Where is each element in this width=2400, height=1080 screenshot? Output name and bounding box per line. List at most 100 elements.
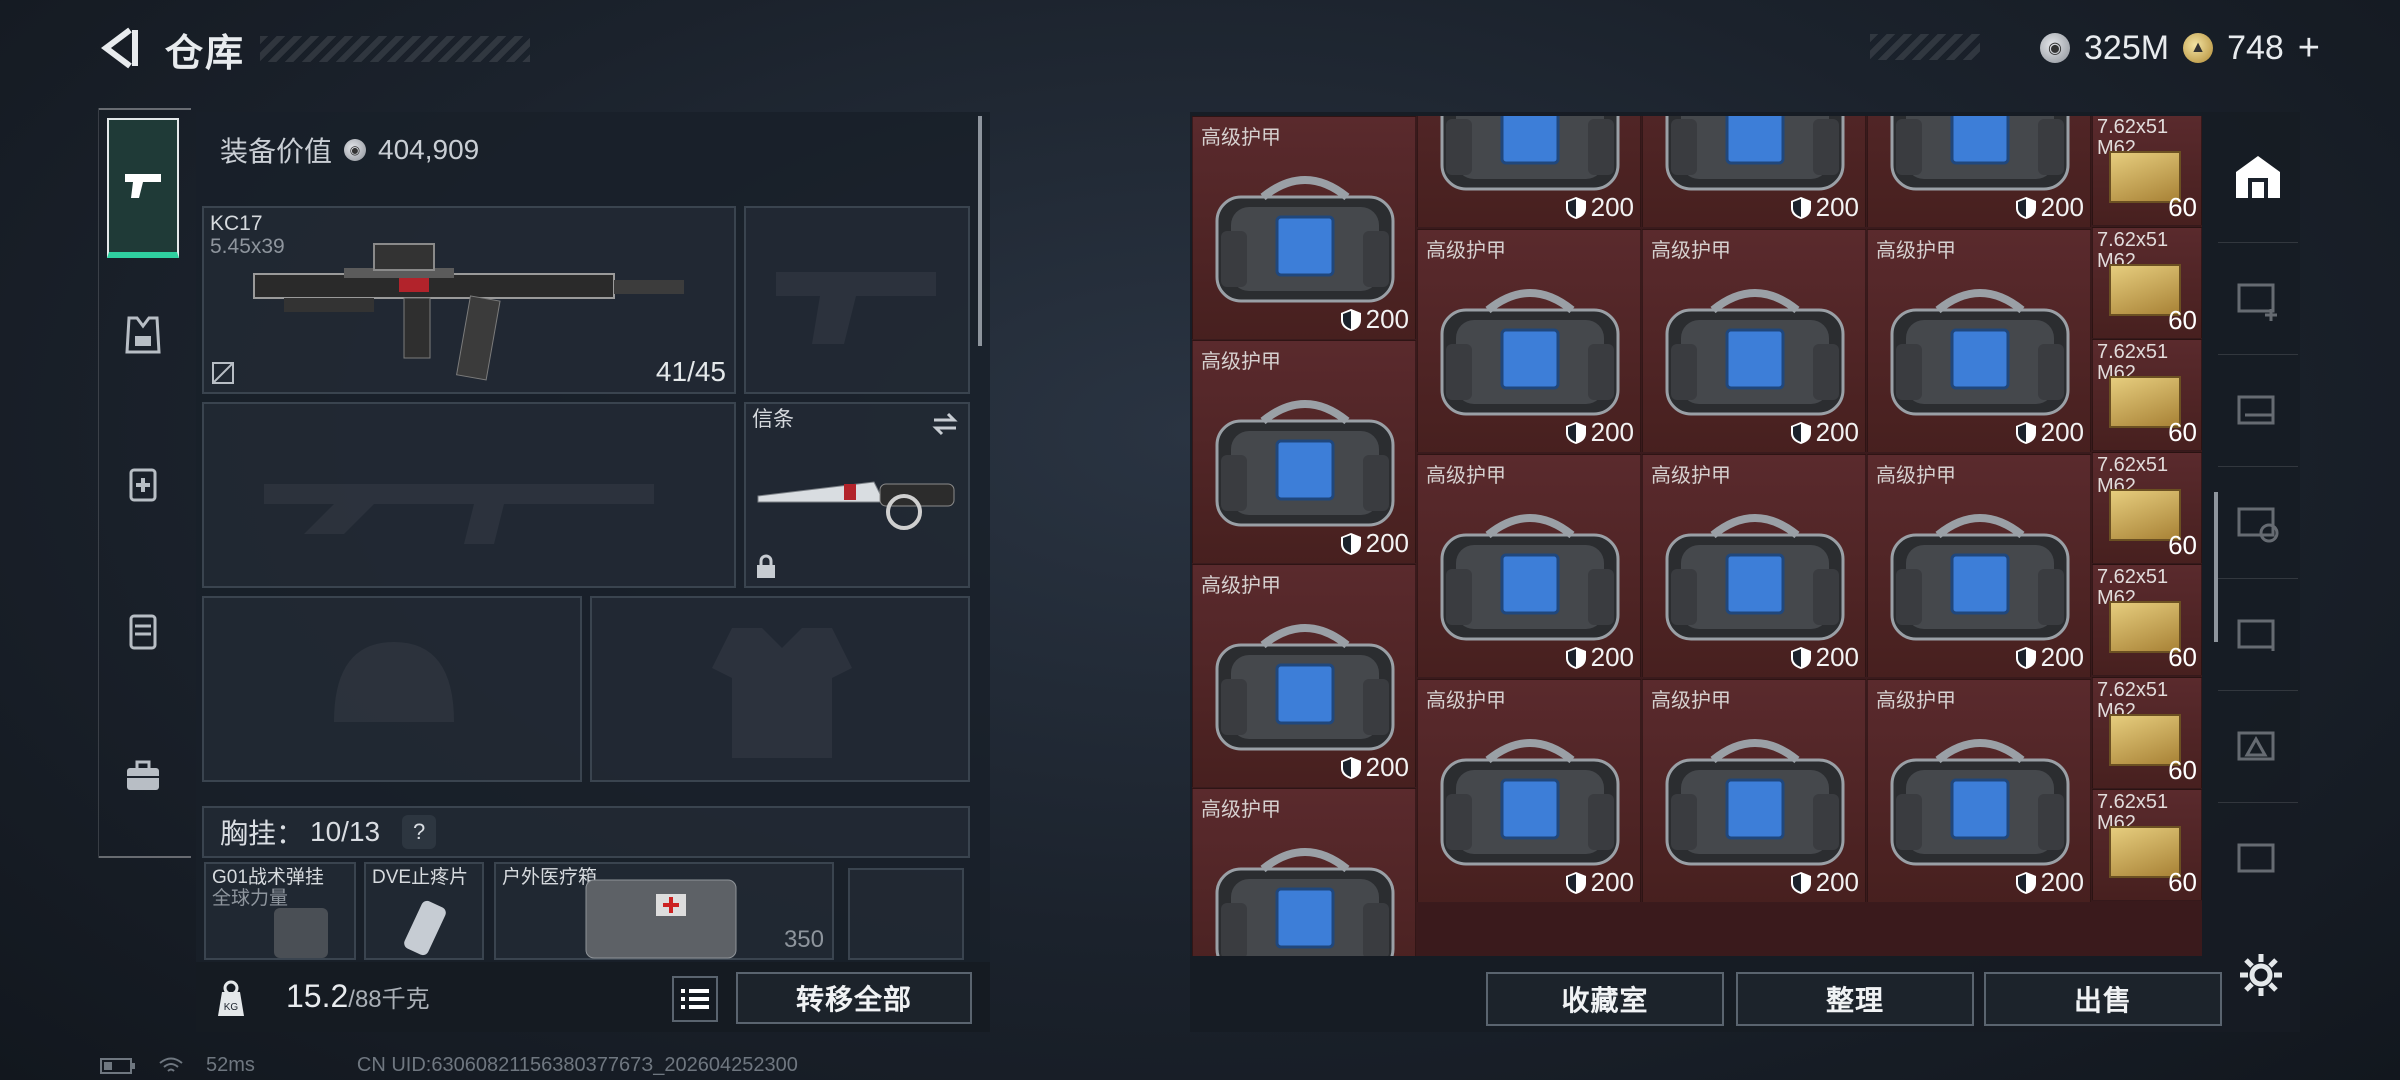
item-durability: 200: [1790, 417, 1859, 448]
storage-item-armor[interactable]: 200: [1867, 116, 2091, 228]
storage-item-ammo[interactable]: 7.62x51 M62 60: [2092, 789, 2202, 901]
swap-icon[interactable]: [930, 410, 960, 438]
shield-icon: [1340, 532, 1361, 555]
tab-backpack[interactable]: [107, 594, 179, 666]
storage-misc-icon: [2237, 843, 2275, 873]
storage-item-armor[interactable]: 高级护甲200: [1867, 454, 2091, 678]
equipment-value: 404,909: [378, 134, 480, 165]
weight-value: 15.2: [286, 978, 349, 1014]
item-durability: 200: [2015, 867, 2084, 898]
ammo-count: 60: [2168, 867, 2197, 897]
armor-silhouette-icon: [712, 628, 852, 758]
storage-item-armor[interactable]: 高级护甲200: [1192, 116, 1416, 340]
storage-item-armor[interactable]: 200: [1417, 116, 1641, 228]
tab-all-storage[interactable]: [2228, 146, 2288, 206]
item-name: 高级护甲: [1426, 465, 1506, 487]
pistol-silhouette-icon: [776, 272, 936, 344]
sell-button[interactable]: 出售: [1984, 972, 2222, 1026]
storage-item-armor[interactable]: 高级护甲200: [1417, 229, 1641, 453]
ammo-count: 60: [2168, 304, 2197, 335]
armor-bag-image: [1665, 514, 1845, 641]
collection-room-button[interactable]: 收藏室: [1486, 972, 1724, 1026]
transfer-all-button[interactable]: 转移全部: [736, 972, 972, 1024]
secondary-primary-slot[interactable]: [202, 402, 736, 588]
item-durability: 200: [1565, 192, 1634, 223]
body-armor-slot[interactable]: [590, 596, 970, 782]
storage-item-armor[interactable]: 高级护甲200: [1417, 679, 1641, 903]
lock-icon: [757, 554, 775, 578]
armor-bag-image: [1890, 289, 2070, 416]
shield-icon: [1565, 196, 1586, 219]
tab-storage-6[interactable]: [2228, 828, 2288, 888]
storage-triangle-icon: [2237, 731, 2275, 761]
tab-storage-5[interactable]: [2228, 716, 2288, 776]
page-title: 仓库: [165, 33, 246, 75]
item-durability: 200: [1790, 192, 1859, 223]
item-durability: 200: [2015, 192, 2084, 223]
storage-item-ammo[interactable]: 7.62x51 M62 60: [2092, 676, 2202, 789]
durability-value: 200: [1815, 192, 1859, 222]
tab-medical[interactable]: [107, 448, 179, 520]
item-name: 高级护甲: [1201, 127, 1281, 149]
loadout-scrollbar[interactable]: [978, 116, 982, 346]
shield-icon: [2015, 646, 2036, 669]
storage-item-armor[interactable]: 高级护甲200: [1192, 788, 1416, 956]
ammo-caliber: 7.62x51: [2097, 116, 2169, 138]
armor-bag-image: [1440, 739, 1620, 866]
tab-weapons[interactable]: [107, 118, 179, 258]
weight-icon: KG: [218, 980, 244, 1016]
item-name: G01战术弹挂: [212, 867, 324, 888]
storage-item-armor[interactable]: 200: [1642, 116, 1866, 228]
storage-item-armor[interactable]: 高级护甲200: [1192, 564, 1416, 788]
ammo-count: 60: [2168, 529, 2197, 560]
storage-item-armor[interactable]: 高级护甲200: [1867, 679, 2091, 903]
storage-item-ammo[interactable]: 7.62x51 M62 60: [2092, 451, 2202, 564]
settings-gear-icon[interactable]: [2236, 950, 2286, 1000]
secondary-weapon-slot[interactable]: [744, 206, 970, 394]
tab-storage-4[interactable]: [2228, 604, 2288, 664]
storage-item-ammo[interactable]: 7.62x51 M62 60: [2092, 564, 2202, 676]
chest-rig-empty-slot[interactable]: [848, 868, 964, 960]
armor-bag-image: [1890, 116, 2070, 191]
storage-item-armor[interactable]: 高级护甲200: [1642, 679, 1866, 903]
list-view-button[interactable]: [672, 976, 718, 1022]
storage-item-ammo[interactable]: 7.62x51 M62 60: [2092, 339, 2202, 451]
chest-rig-help-button[interactable]: ?: [402, 815, 437, 849]
shield-icon: [1340, 308, 1361, 331]
chest-rig-item[interactable]: DVE止疼片: [364, 862, 484, 960]
storage-item-armor[interactable]: 高级护甲200: [1867, 229, 2091, 453]
storage-category-tabs: [2218, 118, 2298, 958]
gold-add-button[interactable]: +: [2298, 27, 2320, 70]
helmet-slot[interactable]: [202, 596, 582, 782]
medical-box-image: [585, 879, 737, 959]
storage-item-armor[interactable]: 高级护甲200: [1192, 340, 1416, 564]
silver-coin-icon: ◉: [344, 139, 367, 161]
chest-rig-item[interactable]: 户外医疗箱 350: [494, 862, 834, 960]
battery-icon: [100, 1057, 135, 1074]
storage-grid: 高级护甲 200 高级护甲 200 高级护甲 200 高级护甲 200 200 高级护甲 200 高级…: [1192, 116, 2202, 956]
sort-button[interactable]: 整理: [1736, 972, 1974, 1026]
item-durability: 200: [1340, 528, 1409, 559]
tab-storage-1[interactable]: [2228, 268, 2288, 328]
ammo-caliber: 7.62x51: [2097, 791, 2169, 813]
tab-storage-3[interactable]: [2228, 492, 2288, 552]
equipment-value-row: 装备价值 ◉ 404,909: [220, 130, 479, 170]
ammo-count: 60: [2168, 642, 2197, 672]
knife-image: [757, 481, 955, 530]
storage-item-ammo[interactable]: 7.62x51 M62 60: [2092, 116, 2202, 226]
storage-item-ammo[interactable]: 7.62x51 M62 60: [2092, 226, 2202, 339]
chest-rig-item[interactable]: G01战术弹挂 全球力量: [204, 862, 356, 960]
primary-weapon-slot[interactable]: KC17 5.45x39 41/45: [202, 206, 736, 394]
tab-armor[interactable]: [107, 298, 179, 370]
melee-slot[interactable]: 信条: [744, 402, 970, 588]
tab-storage-2[interactable]: [2228, 380, 2288, 440]
loadout-category-tabs: [98, 108, 191, 858]
storage-item-armor[interactable]: 高级护甲200: [1642, 229, 1866, 453]
list-icon: [681, 989, 709, 1009]
storage-item-armor[interactable]: 高级护甲200: [1417, 454, 1641, 678]
storage-item-armor[interactable]: 高级护甲200: [1642, 454, 1866, 678]
back-button[interactable]: [100, 26, 140, 70]
rifle-image: [253, 243, 684, 381]
tab-case[interactable]: [107, 740, 179, 812]
item-name: 高级护甲: [1426, 690, 1506, 712]
